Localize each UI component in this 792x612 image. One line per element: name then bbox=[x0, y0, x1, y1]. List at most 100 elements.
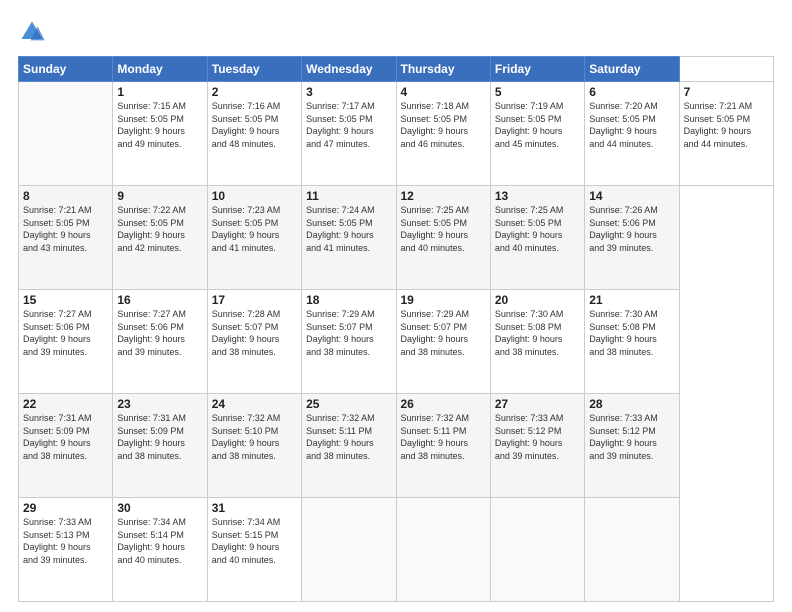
day-number: 5 bbox=[495, 85, 580, 99]
day-cell-13: 13Sunrise: 7:25 AM Sunset: 5:05 PM Dayli… bbox=[490, 186, 584, 290]
day-info: Sunrise: 7:32 AM Sunset: 5:11 PM Dayligh… bbox=[306, 412, 391, 462]
day-number: 12 bbox=[401, 189, 486, 203]
page: SundayMondayTuesdayWednesdayThursdayFrid… bbox=[0, 0, 792, 612]
day-info: Sunrise: 7:22 AM Sunset: 5:05 PM Dayligh… bbox=[117, 204, 202, 254]
day-number: 4 bbox=[401, 85, 486, 99]
day-info: Sunrise: 7:31 AM Sunset: 5:09 PM Dayligh… bbox=[23, 412, 108, 462]
day-info: Sunrise: 7:24 AM Sunset: 5:05 PM Dayligh… bbox=[306, 204, 391, 254]
day-cell-10: 10Sunrise: 7:23 AM Sunset: 5:05 PM Dayli… bbox=[207, 186, 301, 290]
day-cell-22: 22Sunrise: 7:31 AM Sunset: 5:09 PM Dayli… bbox=[19, 394, 113, 498]
day-info: Sunrise: 7:27 AM Sunset: 5:06 PM Dayligh… bbox=[23, 308, 108, 358]
day-number: 11 bbox=[306, 189, 391, 203]
header-day-sunday: Sunday bbox=[19, 57, 113, 82]
day-cell-6: 6Sunrise: 7:20 AM Sunset: 5:05 PM Daylig… bbox=[585, 82, 679, 186]
day-number: 10 bbox=[212, 189, 297, 203]
day-number: 9 bbox=[117, 189, 202, 203]
day-info: Sunrise: 7:30 AM Sunset: 5:08 PM Dayligh… bbox=[495, 308, 580, 358]
empty-cell bbox=[585, 498, 679, 602]
day-info: Sunrise: 7:34 AM Sunset: 5:15 PM Dayligh… bbox=[212, 516, 297, 566]
week-row-3: 22Sunrise: 7:31 AM Sunset: 5:09 PM Dayli… bbox=[19, 394, 774, 498]
day-number: 19 bbox=[401, 293, 486, 307]
day-cell-21: 21Sunrise: 7:30 AM Sunset: 5:08 PM Dayli… bbox=[585, 290, 679, 394]
day-cell-4: 4Sunrise: 7:18 AM Sunset: 5:05 PM Daylig… bbox=[396, 82, 490, 186]
day-info: Sunrise: 7:33 AM Sunset: 5:12 PM Dayligh… bbox=[589, 412, 674, 462]
day-number: 15 bbox=[23, 293, 108, 307]
day-number: 28 bbox=[589, 397, 674, 411]
day-info: Sunrise: 7:17 AM Sunset: 5:05 PM Dayligh… bbox=[306, 100, 391, 150]
calendar-table: SundayMondayTuesdayWednesdayThursdayFrid… bbox=[18, 56, 774, 602]
day-info: Sunrise: 7:33 AM Sunset: 5:13 PM Dayligh… bbox=[23, 516, 108, 566]
day-cell-2: 2Sunrise: 7:16 AM Sunset: 5:05 PM Daylig… bbox=[207, 82, 301, 186]
day-cell-11: 11Sunrise: 7:24 AM Sunset: 5:05 PM Dayli… bbox=[302, 186, 396, 290]
day-cell-23: 23Sunrise: 7:31 AM Sunset: 5:09 PM Dayli… bbox=[113, 394, 207, 498]
day-info: Sunrise: 7:28 AM Sunset: 5:07 PM Dayligh… bbox=[212, 308, 297, 358]
day-number: 29 bbox=[23, 501, 108, 515]
day-cell-7: 7Sunrise: 7:21 AM Sunset: 5:05 PM Daylig… bbox=[679, 82, 773, 186]
day-cell-14: 14Sunrise: 7:26 AM Sunset: 5:06 PM Dayli… bbox=[585, 186, 679, 290]
day-number: 22 bbox=[23, 397, 108, 411]
day-info: Sunrise: 7:21 AM Sunset: 5:05 PM Dayligh… bbox=[684, 100, 769, 150]
day-info: Sunrise: 7:19 AM Sunset: 5:05 PM Dayligh… bbox=[495, 100, 580, 150]
day-number: 17 bbox=[212, 293, 297, 307]
day-number: 18 bbox=[306, 293, 391, 307]
day-info: Sunrise: 7:29 AM Sunset: 5:07 PM Dayligh… bbox=[401, 308, 486, 358]
day-info: Sunrise: 7:26 AM Sunset: 5:06 PM Dayligh… bbox=[589, 204, 674, 254]
empty-cell bbox=[396, 498, 490, 602]
day-info: Sunrise: 7:29 AM Sunset: 5:07 PM Dayligh… bbox=[306, 308, 391, 358]
day-info: Sunrise: 7:32 AM Sunset: 5:11 PM Dayligh… bbox=[401, 412, 486, 462]
day-info: Sunrise: 7:31 AM Sunset: 5:09 PM Dayligh… bbox=[117, 412, 202, 462]
day-cell-3: 3Sunrise: 7:17 AM Sunset: 5:05 PM Daylig… bbox=[302, 82, 396, 186]
day-number: 31 bbox=[212, 501, 297, 515]
day-number: 1 bbox=[117, 85, 202, 99]
day-number: 25 bbox=[306, 397, 391, 411]
day-info: Sunrise: 7:23 AM Sunset: 5:05 PM Dayligh… bbox=[212, 204, 297, 254]
day-cell-9: 9Sunrise: 7:22 AM Sunset: 5:05 PM Daylig… bbox=[113, 186, 207, 290]
day-cell-8: 8Sunrise: 7:21 AM Sunset: 5:05 PM Daylig… bbox=[19, 186, 113, 290]
day-info: Sunrise: 7:34 AM Sunset: 5:14 PM Dayligh… bbox=[117, 516, 202, 566]
day-info: Sunrise: 7:20 AM Sunset: 5:05 PM Dayligh… bbox=[589, 100, 674, 150]
day-cell-1: 1Sunrise: 7:15 AM Sunset: 5:05 PM Daylig… bbox=[113, 82, 207, 186]
empty-cell bbox=[302, 498, 396, 602]
header-day-wednesday: Wednesday bbox=[302, 57, 396, 82]
day-cell-5: 5Sunrise: 7:19 AM Sunset: 5:05 PM Daylig… bbox=[490, 82, 584, 186]
week-row-4: 29Sunrise: 7:33 AM Sunset: 5:13 PM Dayli… bbox=[19, 498, 774, 602]
day-number: 13 bbox=[495, 189, 580, 203]
day-cell-24: 24Sunrise: 7:32 AM Sunset: 5:10 PM Dayli… bbox=[207, 394, 301, 498]
day-info: Sunrise: 7:33 AM Sunset: 5:12 PM Dayligh… bbox=[495, 412, 580, 462]
day-info: Sunrise: 7:16 AM Sunset: 5:05 PM Dayligh… bbox=[212, 100, 297, 150]
day-number: 20 bbox=[495, 293, 580, 307]
day-number: 30 bbox=[117, 501, 202, 515]
day-info: Sunrise: 7:32 AM Sunset: 5:10 PM Dayligh… bbox=[212, 412, 297, 462]
day-number: 24 bbox=[212, 397, 297, 411]
day-number: 27 bbox=[495, 397, 580, 411]
day-info: Sunrise: 7:21 AM Sunset: 5:05 PM Dayligh… bbox=[23, 204, 108, 254]
day-info: Sunrise: 7:25 AM Sunset: 5:05 PM Dayligh… bbox=[401, 204, 486, 254]
header-day-thursday: Thursday bbox=[396, 57, 490, 82]
day-number: 7 bbox=[684, 85, 769, 99]
day-cell-30: 30Sunrise: 7:34 AM Sunset: 5:14 PM Dayli… bbox=[113, 498, 207, 602]
calendar-body: 1Sunrise: 7:15 AM Sunset: 5:05 PM Daylig… bbox=[19, 82, 774, 602]
day-cell-25: 25Sunrise: 7:32 AM Sunset: 5:11 PM Dayli… bbox=[302, 394, 396, 498]
day-cell-29: 29Sunrise: 7:33 AM Sunset: 5:13 PM Dayli… bbox=[19, 498, 113, 602]
day-info: Sunrise: 7:25 AM Sunset: 5:05 PM Dayligh… bbox=[495, 204, 580, 254]
day-number: 26 bbox=[401, 397, 486, 411]
header-row: SundayMondayTuesdayWednesdayThursdayFrid… bbox=[19, 57, 774, 82]
logo-icon bbox=[18, 18, 46, 46]
header bbox=[18, 18, 774, 46]
day-number: 3 bbox=[306, 85, 391, 99]
header-day-monday: Monday bbox=[113, 57, 207, 82]
day-cell-26: 26Sunrise: 7:32 AM Sunset: 5:11 PM Dayli… bbox=[396, 394, 490, 498]
day-number: 16 bbox=[117, 293, 202, 307]
day-cell-16: 16Sunrise: 7:27 AM Sunset: 5:06 PM Dayli… bbox=[113, 290, 207, 394]
day-number: 2 bbox=[212, 85, 297, 99]
empty-cell bbox=[490, 498, 584, 602]
week-row-2: 15Sunrise: 7:27 AM Sunset: 5:06 PM Dayli… bbox=[19, 290, 774, 394]
day-info: Sunrise: 7:18 AM Sunset: 5:05 PM Dayligh… bbox=[401, 100, 486, 150]
day-cell-17: 17Sunrise: 7:28 AM Sunset: 5:07 PM Dayli… bbox=[207, 290, 301, 394]
day-cell-20: 20Sunrise: 7:30 AM Sunset: 5:08 PM Dayli… bbox=[490, 290, 584, 394]
day-cell-31: 31Sunrise: 7:34 AM Sunset: 5:15 PM Dayli… bbox=[207, 498, 301, 602]
day-number: 23 bbox=[117, 397, 202, 411]
calendar-header: SundayMondayTuesdayWednesdayThursdayFrid… bbox=[19, 57, 774, 82]
empty-cell bbox=[19, 82, 113, 186]
day-number: 14 bbox=[589, 189, 674, 203]
